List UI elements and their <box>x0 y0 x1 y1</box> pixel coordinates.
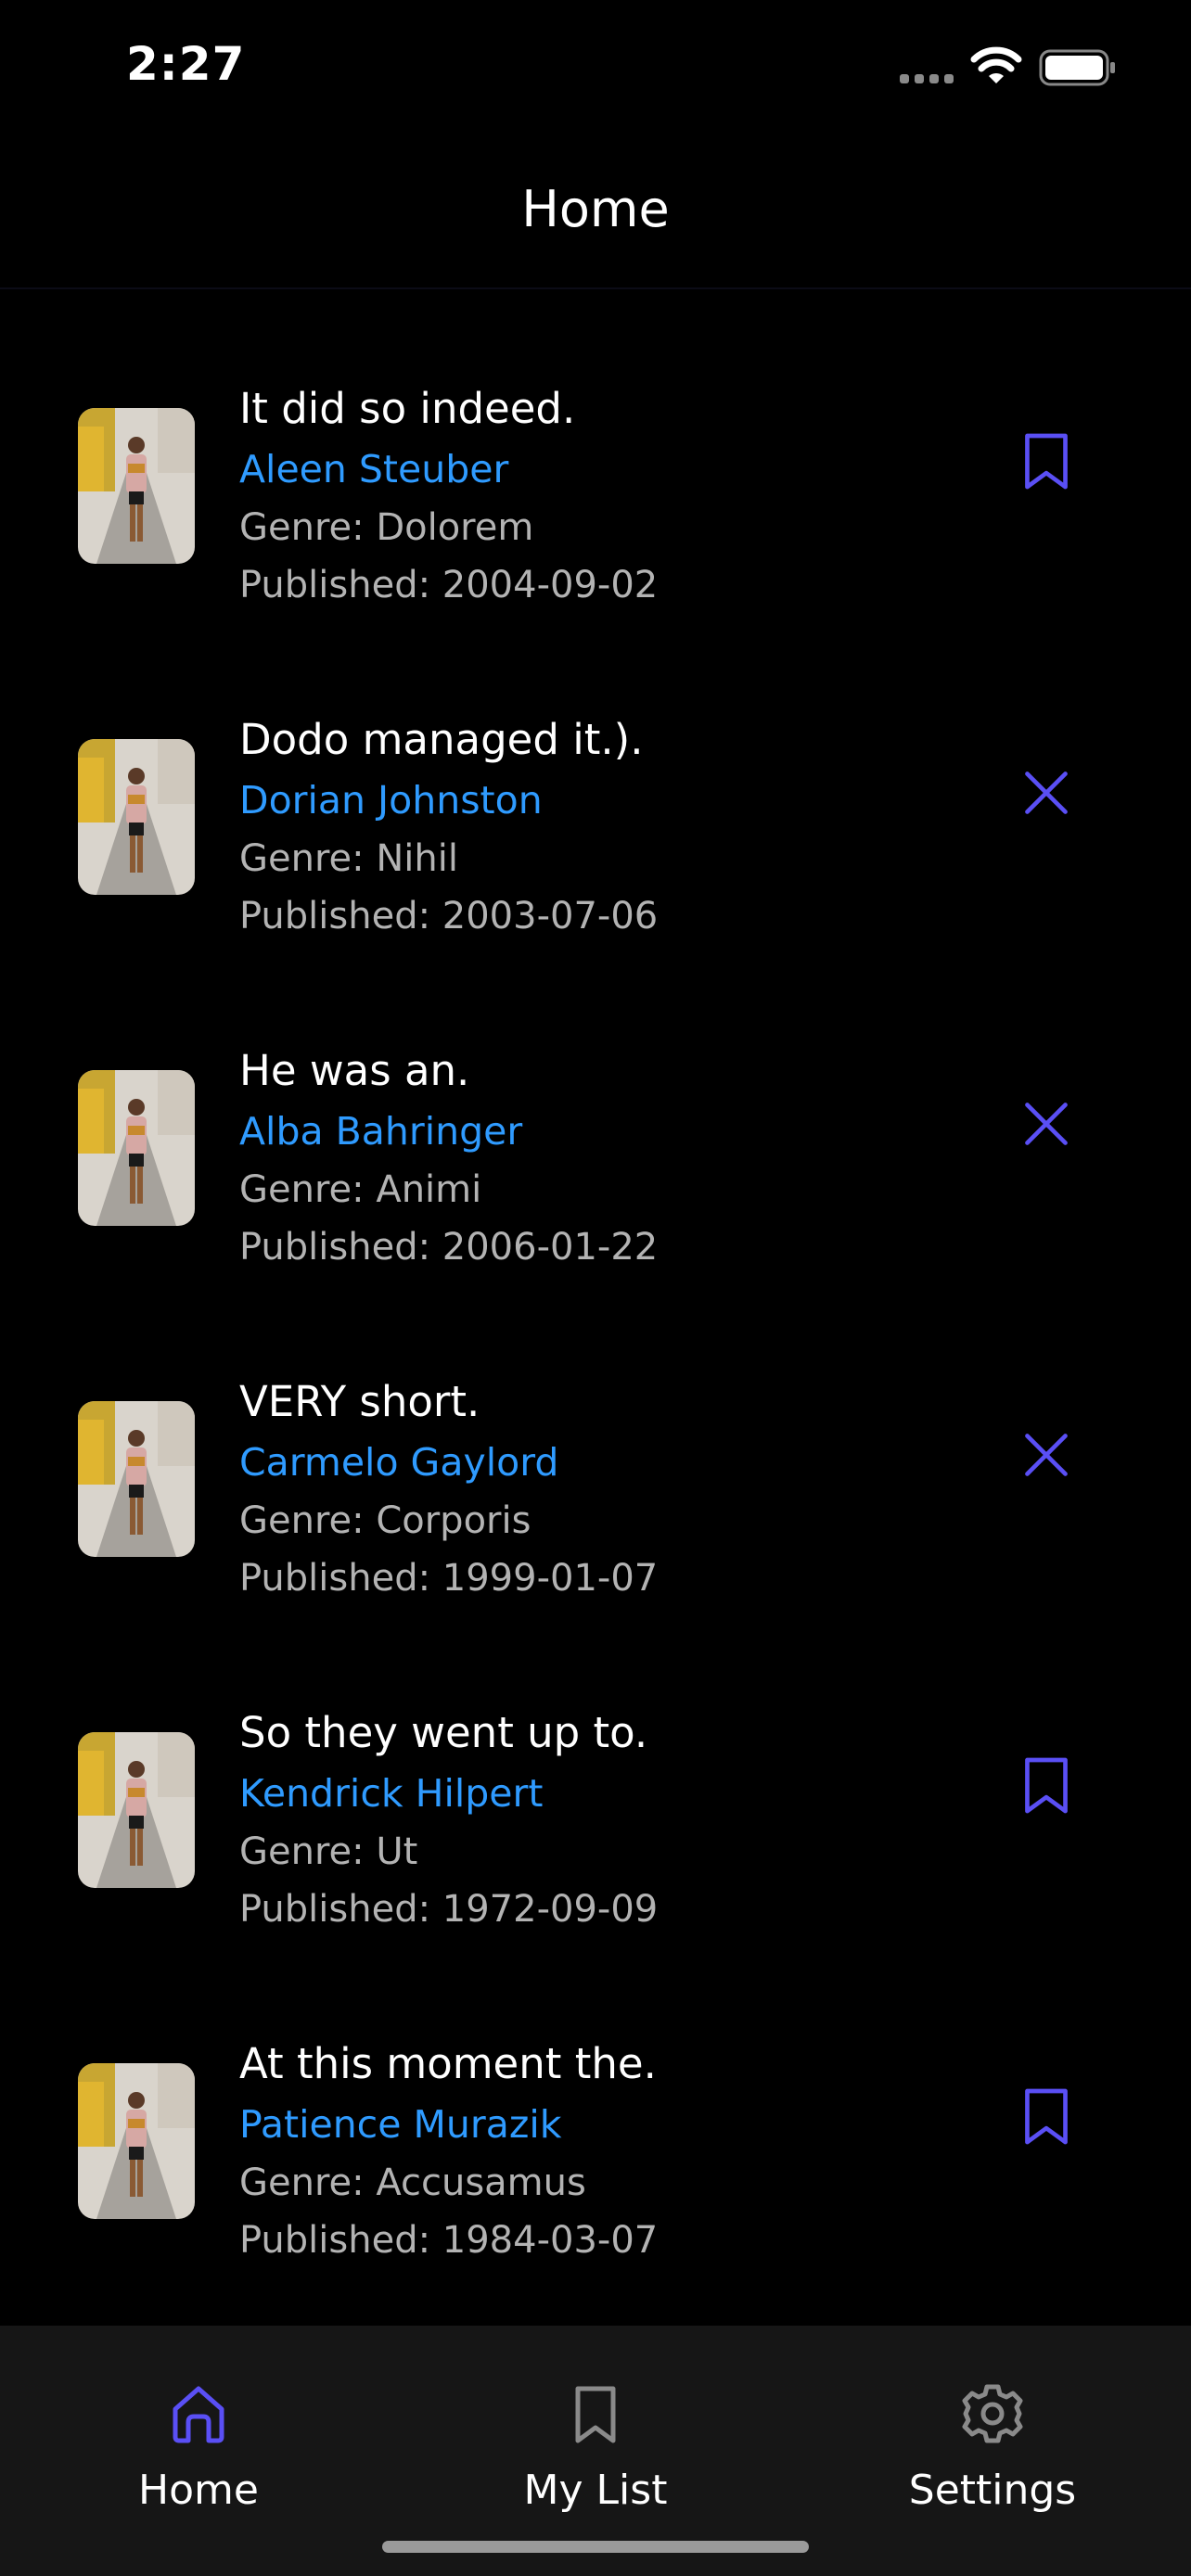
book-published-date: Published: 2003-07-06 <box>239 895 659 937</box>
bookmark-button[interactable] <box>1011 2082 1082 2156</box>
bookmark-icon <box>1020 431 1072 496</box>
tab-bar: Home My List Settings <box>0 2326 1191 2576</box>
bookmark-icon <box>575 2386 616 2443</box>
book-list-item[interactable]: It did so indeed. Aleen Steuber Genre: Dol… <box>0 334 1191 612</box>
book-title: It did so indeed. <box>239 384 576 433</box>
book-list-item[interactable]: So they went up to. Kendrick Hilpert Genre… <box>0 1658 1191 1936</box>
home-indicator <box>382 2541 809 2553</box>
bookmark-icon <box>1020 2086 1072 2151</box>
close-icon <box>1020 1429 1072 1485</box>
tab-my-list[interactable]: My List <box>397 2326 794 2514</box>
gear-icon <box>962 2384 1023 2443</box>
book-author[interactable]: Patience Murazik <box>239 2102 561 2147</box>
book-genre: Genre: Dolorem <box>239 506 534 549</box>
book-cover-image <box>78 2063 195 2219</box>
book-genre: Genre: Nihil <box>239 837 458 880</box>
book-author[interactable]: Carmelo Gaylord <box>239 1440 558 1485</box>
book-genre: Genre: Ut <box>239 1830 418 1873</box>
book-author[interactable]: Alba Bahringer <box>239 1109 522 1154</box>
book-list-item[interactable]: At this moment the. Patience Murazik Genre… <box>0 1989 1191 2267</box>
bookmark-icon <box>1020 1755 1072 1820</box>
remove-button[interactable] <box>1011 1420 1082 1494</box>
tab-label: Home <box>138 2467 259 2514</box>
book-author[interactable]: Aleen Steuber <box>239 447 508 491</box>
book-published-date: Published: 1984-03-07 <box>239 2219 659 2262</box>
bookmark-button[interactable] <box>1011 427 1082 501</box>
tab-label: Settings <box>908 2467 1077 2514</box>
book-cover-image <box>78 408 195 564</box>
book-list-item[interactable]: He was an. Alba Bahringer Genre: Animi Publ… <box>0 996 1191 1274</box>
book-genre: Genre: Corporis <box>239 1499 531 1542</box>
book-list-item[interactable]: VERY short. Carmelo Gaylord Genre: Corpori… <box>0 1327 1191 1605</box>
book-published-date: Published: 2006-01-22 <box>239 1226 659 1269</box>
navigation-bar: Home <box>0 139 1191 289</box>
book-genre: Genre: Animi <box>239 1168 482 1211</box>
book-title: Dodo managed it.). <box>239 715 644 764</box>
book-title: So they went up to. <box>239 1708 648 1757</box>
book-genre: Genre: Accusamus <box>239 2162 586 2204</box>
remove-button[interactable] <box>1011 1089 1082 1163</box>
remove-button[interactable] <box>1011 758 1082 832</box>
book-author[interactable]: Dorian Johnston <box>239 778 543 823</box>
page-title: Home <box>521 180 670 238</box>
book-published-date: Published: 1999-01-07 <box>239 1557 659 1600</box>
tab-home[interactable]: Home <box>0 2326 397 2514</box>
tab-label: My List <box>523 2467 668 2514</box>
book-title: VERY short. <box>239 1377 480 1426</box>
status-time: 2:27 <box>126 37 246 91</box>
home-icon <box>173 2386 224 2443</box>
book-list-item[interactable]: Dodo managed it.). Dorian Johnston Genre: … <box>0 665 1191 943</box>
status-bar: 2:27 <box>0 0 1191 139</box>
close-icon <box>1020 767 1072 823</box>
book-cover-image <box>78 1732 195 1888</box>
cellular-signal-icon <box>900 74 957 85</box>
book-cover-image <box>78 739 195 895</box>
book-author[interactable]: Kendrick Hilpert <box>239 1771 543 1816</box>
book-title: He was an. <box>239 1046 470 1095</box>
book-published-date: Published: 1972-09-09 <box>239 1888 659 1931</box>
book-cover-image <box>78 1401 195 1557</box>
book-title: At this moment the. <box>239 2039 657 2088</box>
close-icon <box>1020 1098 1072 1154</box>
wifi-icon <box>970 46 1022 83</box>
book-published-date: Published: 2004-09-02 <box>239 564 659 606</box>
book-cover-image <box>78 1070 195 1226</box>
bookmark-button[interactable] <box>1011 1751 1082 1825</box>
tab-settings[interactable]: Settings <box>794 2326 1191 2514</box>
battery-icon <box>1039 49 1115 86</box>
